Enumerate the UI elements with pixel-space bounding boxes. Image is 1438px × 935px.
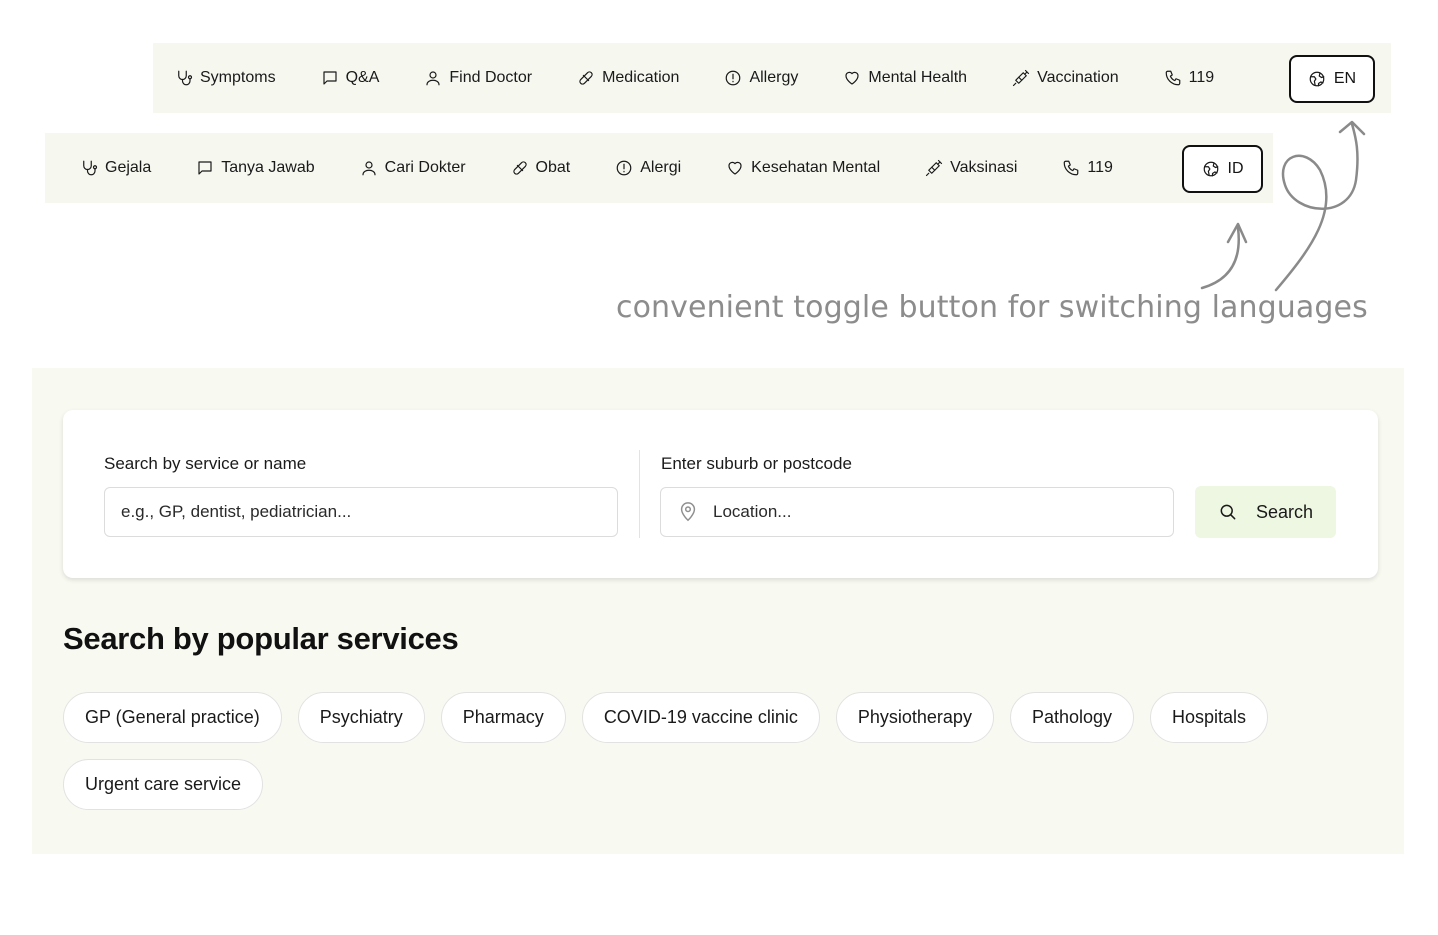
nav-label: 119: [1188, 69, 1215, 86]
language-label: EN: [1333, 70, 1357, 87]
heart-icon: [843, 69, 861, 87]
nav-label: Q&A: [345, 69, 380, 86]
popular-services-chips: GP (General practice) Psychiatry Pharmac…: [63, 692, 1353, 810]
search-button[interactable]: Search: [1195, 486, 1336, 538]
chat-icon: [196, 159, 214, 177]
location-search-field[interactable]: [660, 487, 1174, 537]
service-chip-psychiatry[interactable]: Psychiatry: [297, 692, 425, 743]
annotation-arrows: [1200, 120, 1366, 292]
nav-label: Alergi: [640, 159, 682, 176]
nav-label: Symptoms: [200, 69, 276, 86]
nav-item-vaccination[interactable]: Vaccination: [1012, 69, 1119, 87]
nav-item-tanya-jawab[interactable]: Tanya Jawab: [196, 159, 315, 177]
search-panel: Search by service or name Enter suburb o…: [32, 368, 1404, 854]
nav-item-qa[interactable]: Q&A: [321, 69, 380, 87]
field-divider: [639, 450, 640, 538]
service-chip-physiotherapy[interactable]: Physiotherapy: [835, 692, 994, 743]
alert-circle-icon: [615, 159, 633, 177]
nav-item-emergency-call[interactable]: 119: [1062, 159, 1113, 177]
syringe-icon: [925, 159, 943, 177]
pill-icon: [511, 159, 529, 177]
pill-icon: [577, 69, 595, 87]
nav-item-medication[interactable]: Medication: [577, 69, 679, 87]
alert-circle-icon: [724, 69, 742, 87]
nav-label: Medication: [602, 69, 680, 86]
service-search-input[interactable]: [121, 502, 617, 522]
user-icon: [424, 69, 442, 87]
nav-label: Allergy: [749, 69, 799, 86]
nav-label: 119: [1087, 159, 1113, 176]
nav-label: Tanya Jawab: [221, 159, 315, 176]
heart-icon: [726, 159, 744, 177]
service-search-field[interactable]: [104, 487, 618, 537]
navbar-english: Symptoms Q&A Find Doctor Medication Alle…: [153, 43, 1391, 113]
nav-item-obat[interactable]: Obat: [511, 159, 571, 177]
nav-item-cari-dokter[interactable]: Cari Dokter: [360, 159, 466, 177]
nav-item-mental-health[interactable]: Mental Health: [843, 69, 967, 87]
nav-item-vaksinasi[interactable]: Vaksinasi: [925, 159, 1017, 177]
nav-label: Mental Health: [868, 69, 968, 86]
chat-icon: [321, 69, 339, 87]
location-search-input[interactable]: [713, 502, 1173, 522]
service-chip-covid-vaccine[interactable]: COVID-19 vaccine clinic: [581, 692, 820, 743]
nav-item-gejala[interactable]: Gejala: [80, 159, 151, 177]
language-toggle-button[interactable]: EN: [1289, 55, 1375, 103]
service-chip-hospitals[interactable]: Hospitals: [1150, 692, 1269, 743]
annotation-text: convenient toggle button for switching l…: [616, 290, 1368, 325]
search-icon: [1220, 504, 1236, 520]
nav-label: Gejala: [105, 159, 152, 176]
nav-label: Cari Dokter: [384, 159, 466, 176]
nav-label: Kesehatan Mental: [751, 159, 881, 176]
nav-label: Vaksinasi: [950, 159, 1018, 176]
service-search-label: Search by service or name: [104, 454, 307, 473]
nav-label: Find Doctor: [449, 69, 533, 86]
stethoscope-icon: [175, 69, 193, 87]
user-icon: [360, 159, 378, 177]
nav-item-allergy[interactable]: Allergy: [724, 69, 798, 87]
service-chip-pathology[interactable]: Pathology: [1009, 692, 1135, 743]
globe-icon: [1309, 71, 1325, 87]
location-search-label: Enter suburb or postcode: [661, 454, 852, 473]
nav-item-emergency-call[interactable]: 119: [1164, 69, 1215, 87]
navbar-indonesian: Gejala Tanya Jawab Cari Dokter Obat Aler…: [45, 133, 1273, 203]
syringe-icon: [1012, 69, 1030, 87]
search-card: Search by service or name Enter suburb o…: [63, 410, 1378, 578]
stethoscope-icon: [80, 159, 98, 177]
service-chip-pharmacy[interactable]: Pharmacy: [440, 692, 566, 743]
popular-services-title: Search by popular services: [63, 621, 459, 656]
nav-label: Obat: [535, 159, 571, 176]
service-chip-gp[interactable]: GP (General practice): [63, 692, 282, 743]
phone-icon: [1164, 69, 1182, 87]
nav-label: Vaccination: [1037, 69, 1119, 86]
nav-item-alergi[interactable]: Alergi: [615, 159, 681, 177]
map-pin-icon: [677, 501, 699, 523]
service-chip-urgent-care[interactable]: Urgent care service: [63, 759, 264, 810]
search-button-label: Search: [1255, 501, 1314, 522]
nav-item-symptoms[interactable]: Symptoms: [175, 69, 276, 87]
nav-item-find-doctor[interactable]: Find Doctor: [424, 69, 532, 87]
phone-icon: [1062, 159, 1080, 177]
nav-item-kesehatan-mental[interactable]: Kesehatan Mental: [726, 159, 880, 177]
